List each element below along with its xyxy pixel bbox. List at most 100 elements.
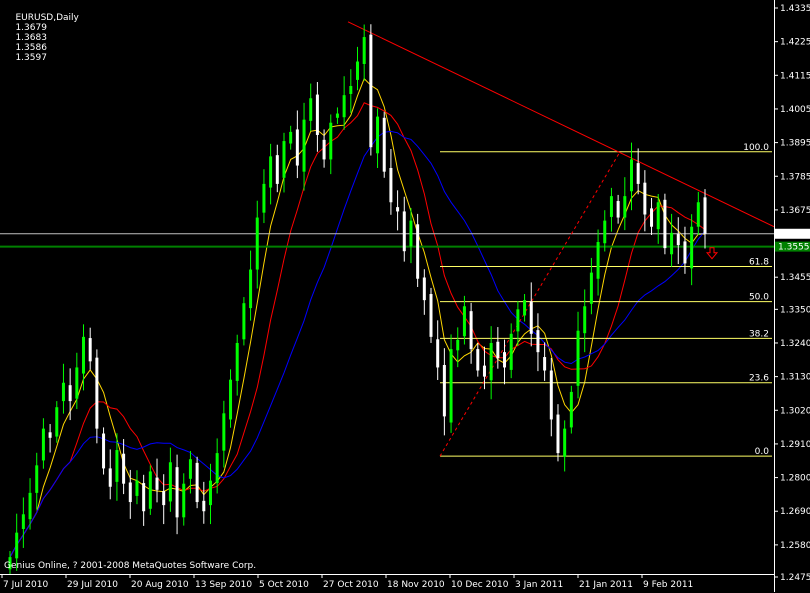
candle: [362, 24, 366, 81]
candle-body: [249, 269, 253, 309]
candle: [496, 327, 500, 369]
time-axis-labels: 7 Jul 2010 29 Jul 2010 20 Aug 2010 13 Sep 2…: [1, 575, 693, 590]
candle: [650, 197, 654, 235]
candle-body: [349, 86, 353, 94]
candle: [235, 334, 239, 396]
candle: [262, 169, 266, 224]
candle: [536, 313, 540, 372]
price-tick-label: 1.2910: [780, 440, 810, 450]
candle: [416, 213, 420, 287]
candle-body: [629, 159, 633, 192]
candle-body: [503, 352, 507, 368]
candle-body: [369, 34, 373, 148]
candle-body: [48, 432, 52, 438]
candle: [249, 250, 253, 321]
candle: [663, 193, 667, 255]
candle-body: [95, 357, 99, 429]
candle-body: [656, 202, 660, 230]
candle: [476, 342, 480, 377]
candle: [222, 400, 226, 468]
candle: [436, 320, 440, 380]
time-tick-label: 13 Sep 2010: [195, 580, 252, 590]
price-tick-label: 1.3130: [780, 373, 810, 383]
candle: [135, 470, 139, 505]
chart-area[interactable]: 100.0 61.8 50.0 38.2 23.6 0.0 EURUSD,Daily 1.…: [0, 0, 774, 574]
candle: [489, 326, 493, 400]
candle-body: [636, 163, 640, 184]
candle: [449, 334, 453, 433]
candle-body: [609, 196, 613, 217]
candle-body: [650, 208, 654, 227]
candle: [543, 342, 547, 381]
candle: [155, 458, 159, 503]
ma-fast-line: [9, 77, 706, 558]
candle-body: [128, 482, 132, 503]
candle: [175, 454, 179, 535]
candle: [208, 463, 212, 525]
candle-body: [449, 349, 453, 423]
price-chart[interactable]: 100.0 61.8 50.0 38.2 23.6 0.0: [0, 0, 774, 574]
candle-body: [456, 339, 460, 351]
price-tick-label: 1.4005: [780, 105, 810, 115]
candle-body: [663, 199, 667, 249]
candle: [142, 474, 146, 526]
candle: [88, 327, 92, 370]
symbol-label: EURUSD,Daily: [15, 13, 79, 23]
candle: [48, 424, 52, 453]
candle-body: [102, 433, 106, 469]
candle-body: [690, 226, 694, 269]
price-tick-label: 1.3240: [780, 339, 810, 349]
candle: [636, 148, 640, 195]
candle: [21, 497, 25, 548]
candle-body: [576, 330, 580, 386]
candle-body: [202, 500, 206, 512]
candle: [82, 324, 86, 391]
candle-body: [382, 117, 386, 172]
time-tick-label: 7 Jul 2010: [3, 580, 48, 590]
candle: [609, 187, 613, 232]
candle-body: [476, 349, 480, 371]
candle: [128, 469, 132, 519]
candle-body: [643, 182, 647, 215]
candle: [356, 46, 359, 91]
candle-body: [489, 342, 493, 381]
candle: [162, 474, 166, 525]
price-tick-label: 1.2690: [780, 507, 810, 517]
candle-body: [115, 450, 119, 482]
candle-body: [523, 300, 527, 316]
price-tick-label: 1.3350: [780, 305, 810, 315]
candle-body: [269, 156, 273, 188]
candle-body: [563, 428, 567, 457]
candle-body: [422, 277, 426, 301]
high-value: 1.3683: [15, 33, 47, 43]
candle: [690, 214, 694, 286]
candle-body: [61, 382, 65, 402]
candle-body: [235, 342, 239, 381]
candle-body: [429, 294, 433, 337]
price-tick-label: 1.2475: [780, 573, 810, 583]
candle-body: [229, 379, 233, 420]
candle: [396, 190, 400, 231]
candle-body: [589, 272, 593, 304]
low-value: 1.3586: [15, 43, 47, 53]
candle-body: [148, 471, 152, 509]
candle: [255, 200, 259, 289]
candle: [376, 108, 380, 168]
candle-body: [616, 201, 620, 218]
candle-body: [623, 196, 627, 218]
candle-body: [696, 202, 700, 227]
candle-body: [35, 465, 39, 493]
candle-body: [335, 113, 339, 118]
candle: [389, 149, 393, 215]
candle: [402, 196, 406, 262]
candle-body: [342, 95, 346, 118]
time-axis[interactable]: 7 Jul 2010 29 Jul 2010 20 Aug 2010 13 Sep 2…: [0, 574, 774, 593]
candle: [509, 323, 513, 379]
current-price-tag-label: 1.3597: [778, 230, 810, 240]
candle-body: [436, 339, 440, 368]
candle-body: [362, 37, 366, 64]
price-tick-label: 1.4225: [780, 38, 810, 48]
candle-body: [356, 61, 359, 80]
price-axis[interactable]: 1.4335 1.4225 1.4115 1.4005 1.3895 1.3785 1.36…: [774, 0, 810, 592]
fib-level-label: 0.0: [755, 447, 770, 457]
